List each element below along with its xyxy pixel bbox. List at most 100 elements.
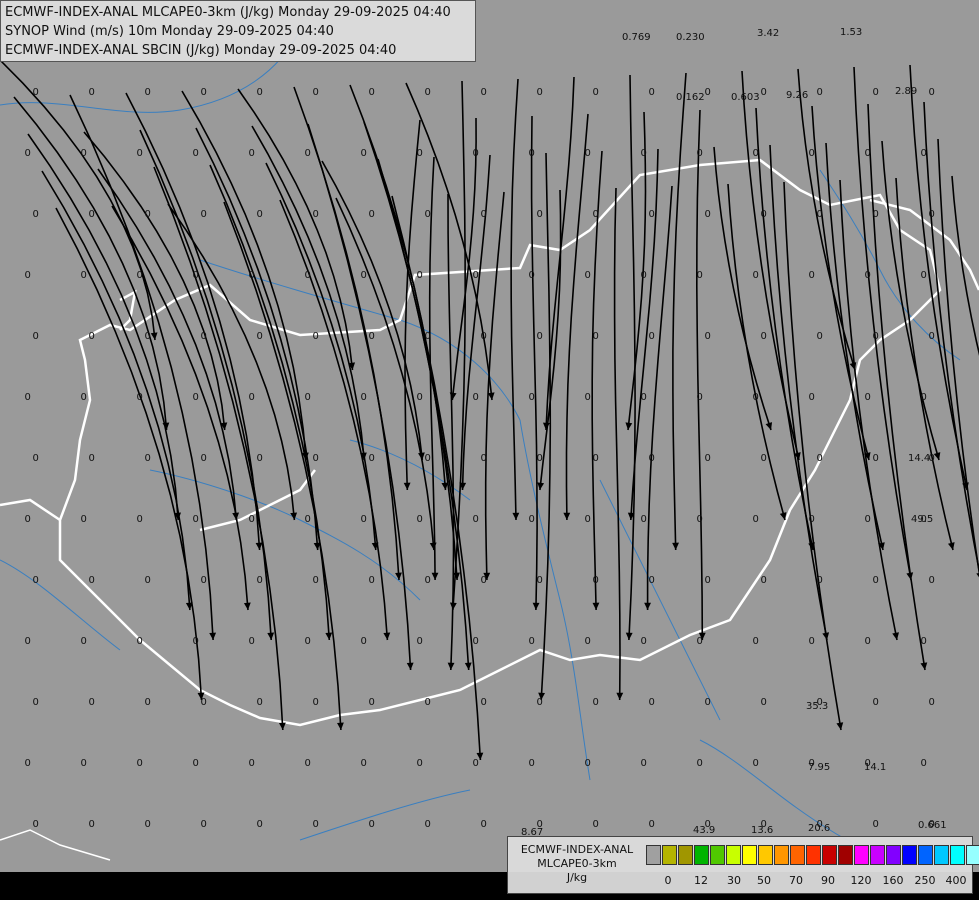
grid-value: 0 — [248, 148, 254, 159]
map-header: ECMWF-INDEX-ANAL MLCAPE0-3km (J/kg) Mond… — [0, 0, 476, 62]
streamline-arrowhead — [278, 722, 286, 730]
streamline — [628, 74, 636, 641]
grid-value: 0 — [920, 636, 926, 647]
grid-value: 0 — [704, 453, 710, 464]
grid-value: 0 — [88, 453, 94, 464]
grid-value: 0 — [640, 148, 646, 159]
grid-value: 0 — [480, 575, 486, 586]
value-label: 14.4 — [908, 453, 930, 464]
streamline-arrowhead — [892, 632, 899, 640]
grid-value: 0 — [808, 148, 814, 159]
grid-value: 0 — [144, 453, 150, 464]
legend-title-1: ECMWF-INDEX-ANAL — [520, 843, 634, 856]
grid-value: 0 — [472, 758, 478, 769]
legend-title: ECMWF-INDEX-ANAL MLCAPE0-3km J/kg — [512, 843, 642, 885]
streamline — [41, 170, 191, 611]
grid-value: 0 — [760, 575, 766, 586]
value-label: 0.162 — [676, 92, 705, 103]
grid-value: 0 — [80, 392, 86, 403]
grid-value: 0 — [696, 758, 702, 769]
grid-value: 0 — [592, 575, 598, 586]
grid-value: 0 — [424, 697, 430, 708]
legend-swatch — [790, 845, 805, 865]
streamline — [530, 115, 538, 611]
value-label: 0.661 — [918, 820, 947, 831]
value-label: 43.9 — [693, 825, 715, 836]
grid-value: 0 — [760, 697, 766, 708]
grid-value: 0 — [368, 453, 374, 464]
grid-value: 0 — [88, 697, 94, 708]
grid-value: 0 — [144, 819, 150, 830]
legend-swatch — [902, 845, 917, 865]
grid-value: 0 — [88, 209, 94, 220]
grid-value: 0 — [640, 270, 646, 281]
grid-value: 0 — [360, 392, 366, 403]
streamline — [797, 68, 856, 371]
streamline — [363, 121, 458, 581]
grid-value: 0 — [144, 331, 150, 342]
grid-value: 0 — [528, 514, 534, 525]
grid-value: 0 — [696, 636, 702, 647]
grid-value: 0 — [416, 270, 422, 281]
grid-value: 0 — [304, 636, 310, 647]
grid-value: 0 — [136, 392, 142, 403]
grid-value: 0 — [920, 392, 926, 403]
grid-value: 0 — [528, 758, 534, 769]
grid-value: 0 — [864, 148, 870, 159]
grid-value: 0 — [136, 270, 142, 281]
legend-swatch — [806, 845, 821, 865]
streamline — [223, 201, 342, 731]
grid-value: 0 — [472, 514, 478, 525]
grid-value: 0 — [88, 87, 94, 98]
grid-value: 0 — [920, 270, 926, 281]
streamline-arrowhead — [383, 632, 391, 640]
grid-value: 0 — [136, 514, 142, 525]
grid-value: 0 — [24, 636, 30, 647]
grid-value: 0 — [256, 453, 262, 464]
grid-value: 0 — [192, 392, 198, 403]
value-label: 0.603 — [731, 92, 760, 103]
streamline-arrowhead — [447, 662, 455, 670]
grid-value: 0 — [24, 392, 30, 403]
grid-value: 0 — [32, 331, 38, 342]
grid-value: 0 — [480, 87, 486, 98]
grid-value: 0 — [416, 148, 422, 159]
grid-value: 0 — [536, 87, 542, 98]
grid-value: 0 — [192, 148, 198, 159]
grid-value: 0 — [424, 819, 430, 830]
grid-value: 0 — [368, 87, 374, 98]
grid-value: 0 — [864, 270, 870, 281]
grid-value: 0 — [752, 148, 758, 159]
grid-value: 0 — [752, 758, 758, 769]
grid-value: 0 — [760, 209, 766, 220]
grid-value: 0 — [368, 697, 374, 708]
streamline-arrowhead — [644, 602, 651, 610]
value-label: 2.89 — [895, 86, 917, 97]
grid-value: 0 — [872, 453, 878, 464]
grid-value: 0 — [872, 575, 878, 586]
grid-value: 0 — [920, 148, 926, 159]
grid-value: 0 — [704, 209, 710, 220]
streamline-arrowhead — [449, 602, 457, 610]
grid-value: 0 — [864, 514, 870, 525]
streamlines-layer — [0, 59, 979, 761]
grid-value: 0 — [752, 636, 758, 647]
legend-tick-label: 0 — [664, 874, 672, 887]
grid-value: 0 — [80, 514, 86, 525]
grid-value: 0 — [872, 331, 878, 342]
grid-value: 0 — [808, 636, 814, 647]
grid-value: 0 — [648, 87, 654, 98]
grid-value: 0 — [808, 514, 814, 525]
streamline-arrowhead — [592, 602, 600, 610]
borders-layer — [0, 158, 979, 861]
grid-value: 0 — [144, 209, 150, 220]
grid-value: 0 — [760, 331, 766, 342]
river — [149, 469, 421, 601]
grid-value: 0 — [864, 636, 870, 647]
grid-value: 0 — [592, 453, 598, 464]
header-line-1: ECMWF-INDEX-ANAL MLCAPE0-3km (J/kg) Mond… — [5, 5, 451, 20]
grid-value: 0 — [928, 87, 934, 98]
legend-tick-label: 30 — [727, 874, 741, 887]
grid-value: 0 — [424, 453, 430, 464]
grid-value: 0 — [312, 453, 318, 464]
